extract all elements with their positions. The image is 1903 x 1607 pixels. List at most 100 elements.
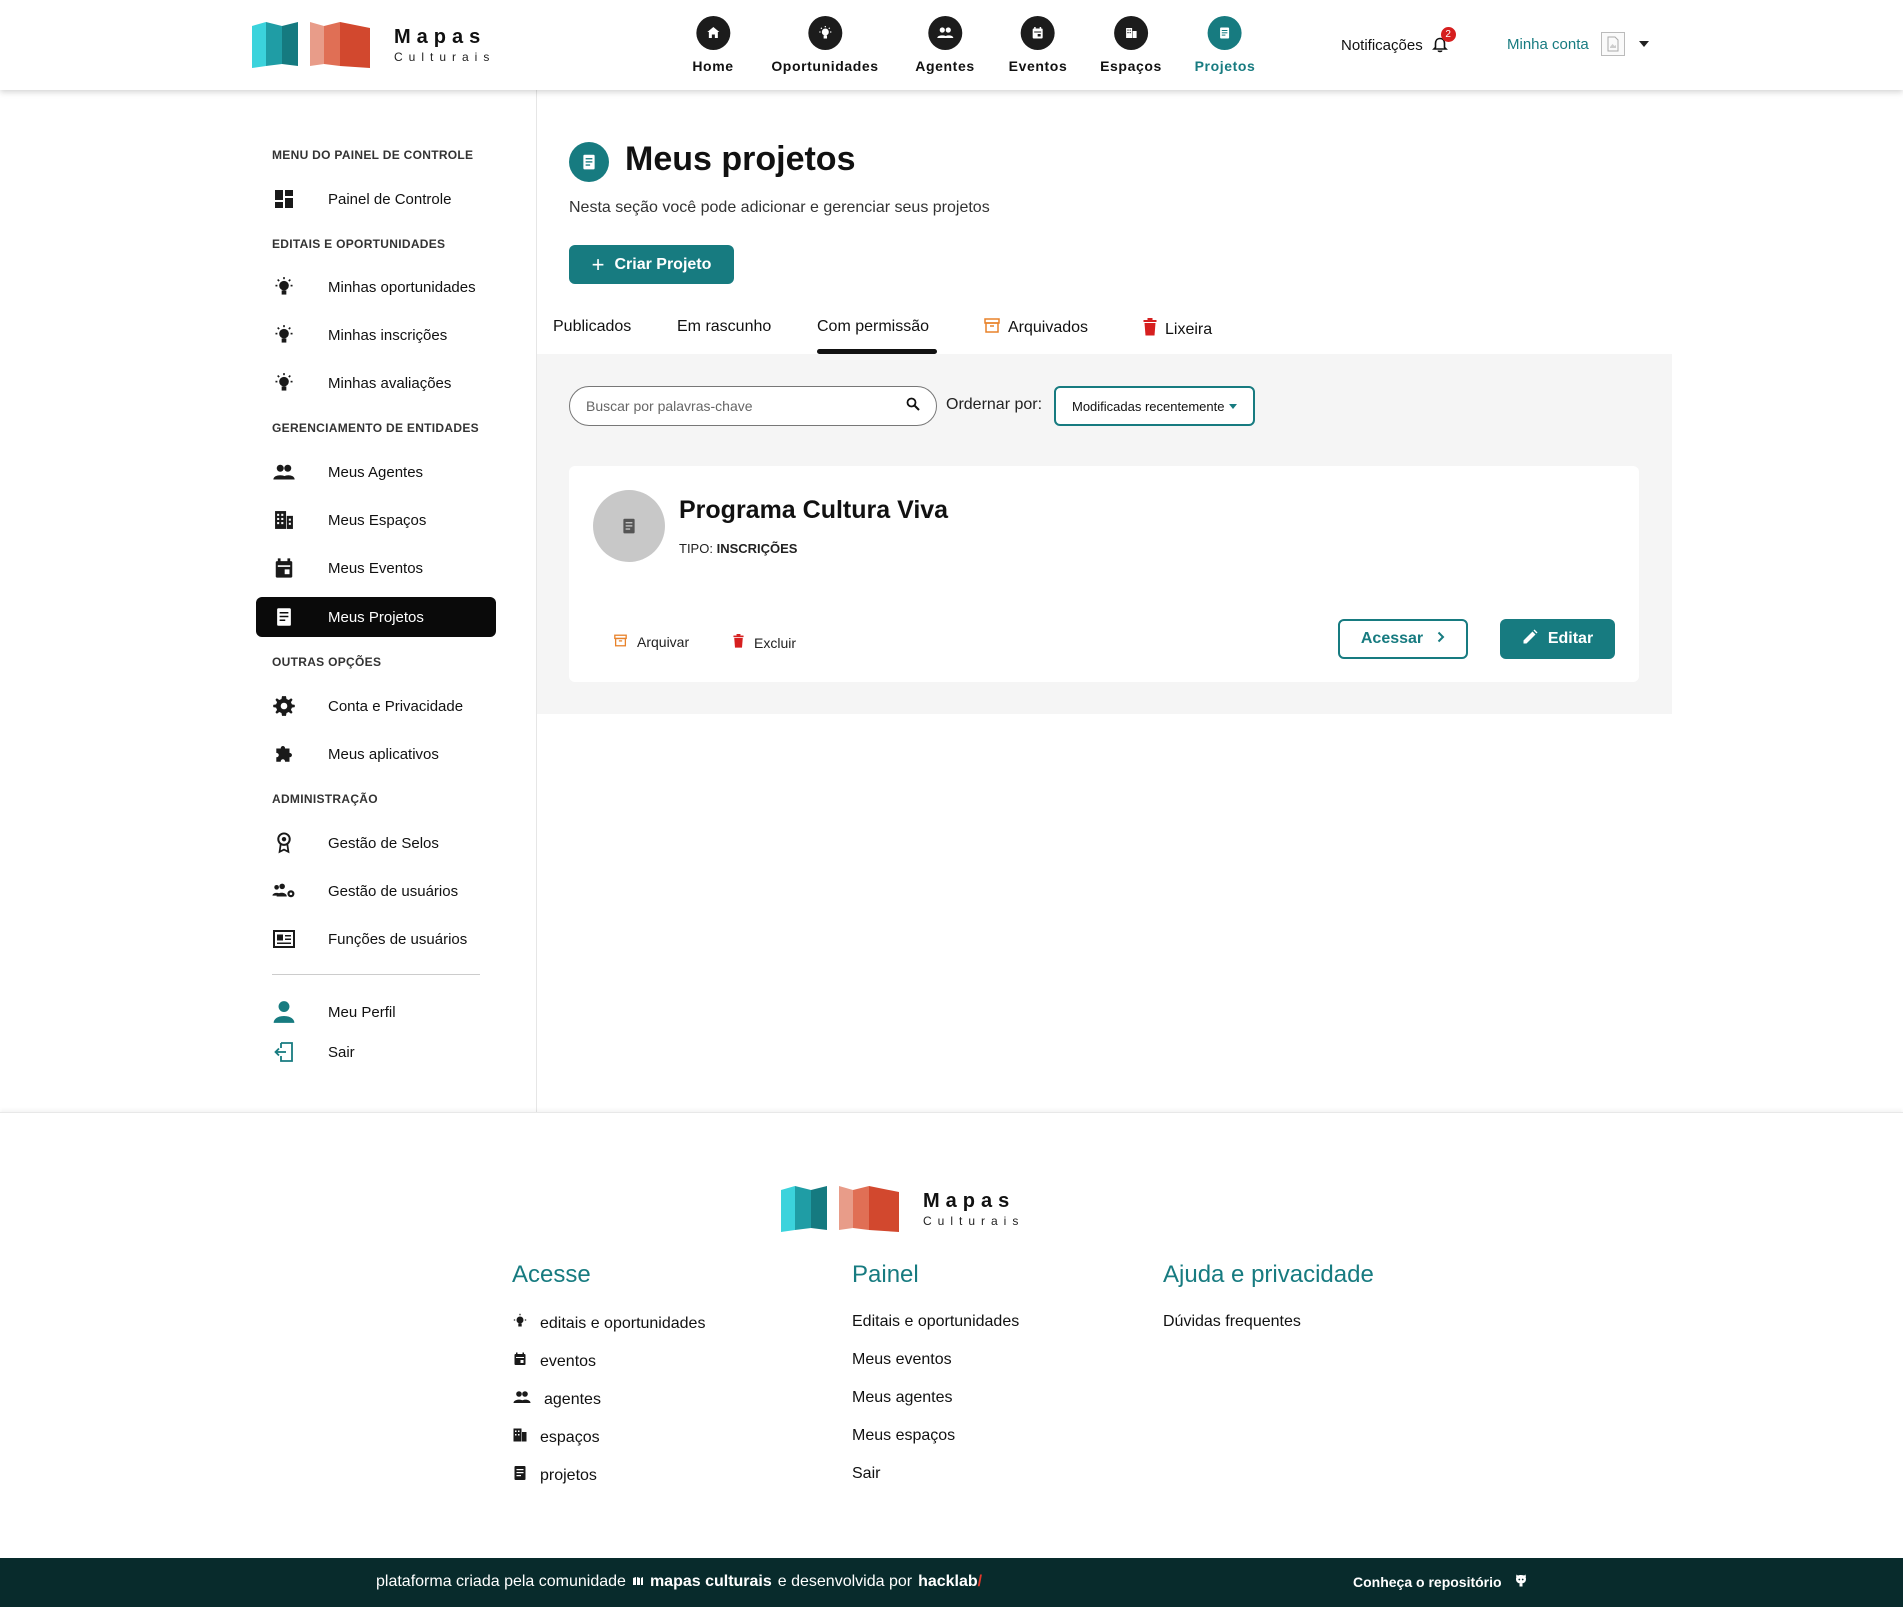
tab-lixeira[interactable]: Lixeira	[1143, 318, 1212, 341]
footer-link[interactable]: Editais e oportunidades	[852, 1313, 1019, 1331]
dashboard-icon	[272, 187, 296, 211]
project-title[interactable]: Programa Cultura Viva	[679, 496, 948, 525]
sidebar-divider	[272, 974, 480, 975]
lightbulb-icon	[807, 16, 842, 50]
id-card-icon	[272, 927, 296, 951]
search-icon[interactable]	[906, 397, 920, 416]
footer-link[interactable]: Sair	[852, 1465, 880, 1483]
footer-link[interactable]: Meus espaços	[852, 1427, 955, 1445]
credits-text: plataforma criada pela comunidade mapas …	[376, 1573, 982, 1591]
sidebar-item-avaliacoes[interactable]: Minhas avaliações	[256, 363, 496, 403]
delete-button[interactable]: Excluir	[733, 634, 796, 651]
calendar-icon	[272, 556, 296, 580]
calendar-icon	[512, 1351, 528, 1372]
repository-label: Conheça o repositório	[1353, 1574, 1502, 1590]
tab-com-permissao[interactable]: Com permissão	[817, 318, 929, 336]
sidebar-section-title: OUTRAS OPÇÕES	[272, 655, 382, 669]
sidebar-item-agentes[interactable]: Meus Agentes	[256, 452, 496, 492]
sidebar-item-painel[interactable]: Painel de Controle	[256, 179, 496, 219]
building-icon	[272, 508, 296, 532]
sidebar-item-label: Funções de usuários	[328, 930, 468, 948]
nav-eventos[interactable]: Eventos	[1009, 16, 1068, 74]
logout-icon	[272, 1040, 296, 1064]
sidebar-item-selos[interactable]: Gestão de Selos	[256, 823, 496, 863]
search-placeholder: Buscar por palavras-chave	[586, 398, 753, 414]
nav-home[interactable]: Home	[692, 16, 733, 74]
building-icon	[1113, 16, 1148, 50]
tab-arquivados[interactable]: Arquivados	[984, 318, 1088, 338]
footer-link[interactable]: agentes	[512, 1389, 601, 1410]
footer-link[interactable]: Meus agentes	[852, 1389, 953, 1407]
footer-link[interactable]: Dúvidas frequentes	[1163, 1313, 1301, 1331]
order-select-value: Modificadas recentemente	[1072, 398, 1225, 414]
footer-column-title: Acesse	[512, 1261, 591, 1288]
sidebar-item-label: Minhas avaliações	[328, 374, 452, 392]
nav-oportunidades-label: Oportunidades	[771, 58, 879, 74]
tab-label: Publicados	[553, 318, 632, 335]
footer-link[interactable]: editais e oportunidades	[512, 1313, 705, 1334]
chevron-down-icon	[1638, 41, 1649, 47]
footer-link[interactable]: projetos	[512, 1465, 597, 1486]
footer-link-label: Editais e oportunidades	[852, 1313, 1020, 1330]
footer-brand-logo[interactable]: Mapas Culturais	[781, 1184, 1024, 1234]
bell-icon: 2	[1431, 27, 1456, 54]
access-button[interactable]: Acessar	[1338, 619, 1468, 659]
footer-link-label: projetos	[540, 1466, 597, 1484]
sidebar-item-label: Gestão de Selos	[328, 834, 439, 852]
access-label: Acessar	[1360, 630, 1424, 647]
lightbulb-icon	[512, 1313, 528, 1334]
sidebar-item-usuarios[interactable]: Gestão de usuários	[256, 871, 496, 911]
people-icon	[272, 460, 296, 484]
edit-button[interactable]: Editar	[1500, 619, 1615, 659]
credits-dev-link[interactable]: hacklab	[918, 1573, 978, 1591]
sidebar-item-funcoes[interactable]: Funções de usuários	[256, 919, 496, 959]
account-menu[interactable]: Minha conta	[1507, 32, 1649, 56]
sidebar-item-espacos[interactable]: Meus Espaços	[256, 500, 496, 540]
footer-link[interactable]: Meus eventos	[852, 1351, 952, 1369]
plus-icon: +	[591, 251, 605, 277]
sidebar-item-oportunidades[interactable]: Minhas oportunidades	[256, 267, 496, 307]
nav-agentes[interactable]: Agentes	[915, 16, 974, 74]
nav-oportunidades[interactable]: Oportunidades	[771, 16, 878, 74]
tab-rascunho[interactable]: Em rascunho	[677, 318, 771, 336]
sidebar-item-eventos[interactable]: Meus Eventos	[256, 548, 496, 588]
brand-subtitle: Culturais	[394, 50, 496, 64]
notifications-button[interactable]: Notificações 2	[1341, 27, 1456, 54]
brand-name: Mapas	[394, 26, 487, 48]
footer-brand-name: Mapas	[923, 1190, 1016, 1212]
mapas-mini-icon	[632, 1573, 644, 1591]
top-header: Mapas Culturais Home Oportunidades Agent…	[0, 0, 1903, 90]
nav-projetos[interactable]: Projetos	[1195, 16, 1256, 74]
order-select[interactable]: Modificadas recentemente	[1054, 386, 1255, 426]
order-label: Ordernar por:	[946, 396, 1043, 413]
sidebar-item-sair[interactable]: Sair	[256, 1032, 496, 1072]
sidebar-item-label: Minhas oportunidades	[328, 278, 476, 296]
create-project-button[interactable]: + Criar Projeto	[569, 245, 734, 284]
repository-link[interactable]: Conheça o repositório	[1353, 1574, 1528, 1590]
notifications-label: Notificações	[1341, 36, 1423, 54]
sidebar-item-conta[interactable]: Conta e Privacidade	[256, 686, 496, 726]
sidebar-item-label: Conta e Privacidade	[328, 697, 464, 715]
sidebar-item-inscricoes[interactable]: Minhas inscrições	[256, 315, 496, 355]
archive-icon	[984, 318, 1000, 338]
archive-button[interactable]: Arquivar	[614, 634, 689, 650]
credits-slash: /	[977, 1573, 983, 1590]
footer-link-label: editais e oportunidades	[540, 1314, 706, 1332]
lightbulb-icon	[272, 275, 296, 299]
footer-link[interactable]: eventos	[512, 1351, 596, 1372]
nav-espacos[interactable]: Espaços	[1100, 16, 1162, 74]
sidebar-item-perfil[interactable]: Meu Perfil	[256, 992, 496, 1032]
lightbulb-icon	[272, 371, 296, 395]
sidebar-item-aplicativos[interactable]: Meus aplicativos	[256, 734, 496, 774]
footer-link[interactable]: espaços	[512, 1427, 600, 1448]
seal-icon	[272, 831, 296, 855]
archive-label: Arquivar	[637, 634, 690, 650]
sidebar-item-projetos[interactable]: Meus Projetos	[256, 597, 496, 637]
search-input[interactable]: Buscar por palavras-chave	[569, 386, 937, 426]
users-gear-icon	[272, 879, 296, 903]
footer-link-label: eventos	[540, 1352, 597, 1370]
project-card: Programa Cultura Viva TIPO: INSCRIÇÕES A…	[569, 466, 1639, 682]
brand-logo[interactable]: Mapas Culturais	[252, 20, 495, 70]
credits-brand-link[interactable]: mapas culturais	[650, 1573, 772, 1591]
tab-publicados[interactable]: Publicados	[553, 318, 631, 336]
